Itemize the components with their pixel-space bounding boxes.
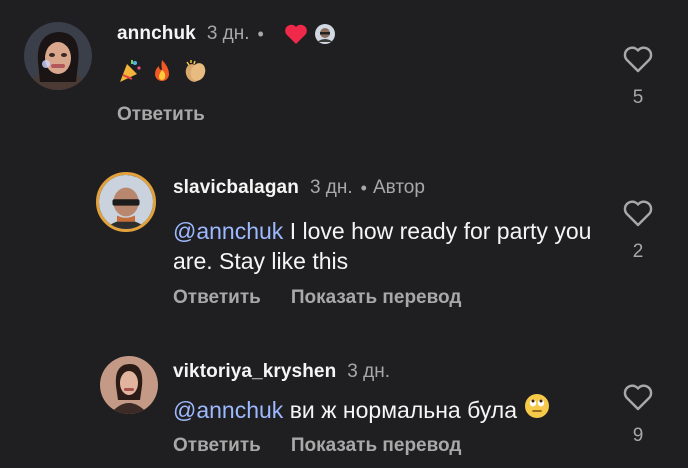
heart-outline-icon[interactable] [621, 46, 655, 73]
reply-button[interactable]: Ответить [173, 287, 261, 309]
comment-text: 🎉🔥👏 [117, 58, 237, 90]
like-count: 2 [632, 241, 644, 262]
party-popper-emoji [117, 58, 143, 91]
comments-thread: annchuk 3 дн. • 🎉🔥👏 [0, 0, 688, 468]
like-count: 5 [632, 87, 644, 108]
show-translation-button[interactable]: Показать перевод [291, 435, 462, 457]
comment-text: @annchuk ви ж нормальна була [173, 393, 603, 427]
comment-time: 3 дн. [309, 177, 353, 198]
like-area: 5 [621, 46, 655, 109]
show-translation-button[interactable]: Показать перевод [291, 287, 462, 309]
clapping-hands-emoji [182, 58, 208, 91]
like-area: 2 [621, 200, 655, 263]
separator-dot: • [360, 177, 367, 198]
comment-annchuk: annchuk 3 дн. • 🎉🔥👏 [0, 0, 688, 150]
comment-username[interactable]: viktoriya_kryshen [173, 361, 336, 383]
comment-username[interactable]: annchuk [117, 23, 196, 45]
mini-avatar-icon [314, 23, 336, 45]
heart-icon [284, 23, 308, 45]
comment-slavicbalagan: slavicbalagan 3 дн. • Автор @annchuk I l… [0, 160, 688, 320]
like-area: 9 [621, 384, 655, 447]
avatar[interactable] [100, 356, 158, 414]
comment-username[interactable]: slavicbalagan [173, 177, 299, 199]
comment-time: 3 дн. [347, 361, 391, 382]
rolling-eyes-emoji [524, 393, 550, 426]
fire-emoji [149, 58, 175, 91]
comment-viktoriya-kryshen: viktoriya_kryshen 3 дн. @annchuk ви ж но… [0, 348, 688, 468]
comment-text: @annchuk I love how ready for party you … [173, 218, 592, 274]
heart-outline-icon[interactable] [621, 384, 655, 411]
like-count: 9 [632, 425, 644, 446]
separator-dot: • [257, 23, 264, 44]
comment-time: 3 дн. [206, 23, 250, 44]
reply-button[interactable]: Ответить [117, 104, 205, 126]
mention-link[interactable]: @annchuk [173, 218, 283, 244]
avatar[interactable] [24, 22, 92, 90]
mention-link[interactable]: @annchuk [173, 397, 283, 423]
reply-button[interactable]: Ответить [173, 435, 261, 457]
author-badge: Автор [372, 177, 425, 198]
heart-outline-icon[interactable] [621, 200, 655, 227]
avatar[interactable] [96, 172, 156, 232]
